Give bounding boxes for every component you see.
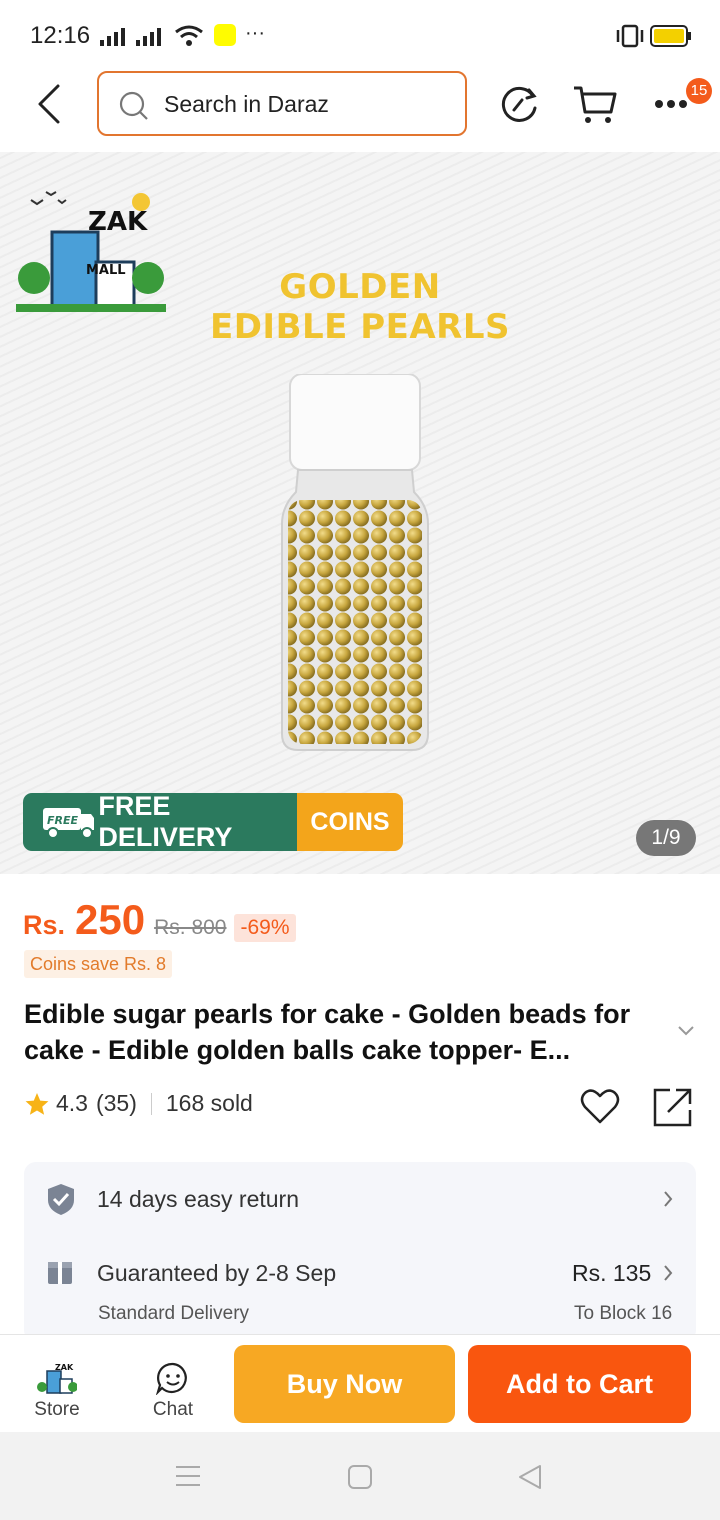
cart-badge: 15 <box>686 78 712 104</box>
headline-line-2: EDIBLE PEARLS <box>209 307 511 347</box>
chat-label: Chat <box>152 1399 194 1420</box>
more-icon[interactable] <box>654 98 688 110</box>
menu-nav-icon[interactable] <box>174 1464 202 1488</box>
history-icon[interactable] <box>495 80 543 128</box>
shield-check-icon <box>48 1184 74 1215</box>
battery-icon <box>650 25 691 47</box>
headline-line-1: GOLDEN <box>279 267 441 307</box>
delivery-location: To Block 16 <box>574 1303 673 1324</box>
svg-text:ZAK: ZAK <box>88 207 148 237</box>
clock: 12:16 <box>30 22 91 49</box>
vibrate-icon <box>616 24 644 48</box>
chevron-down-icon[interactable] <box>676 1024 696 1038</box>
free-delivery-section: FREE FREE DELIVERY <box>23 793 297 851</box>
discount-badge: -69% <box>234 914 296 942</box>
store-logo-icon: ZAK <box>37 1363 77 1394</box>
return-policy-row[interactable]: 14 days easy return <box>24 1162 696 1234</box>
chevron-right-icon <box>664 1191 673 1207</box>
store-button[interactable]: ZAK Store <box>22 1351 92 1421</box>
product-image[interactable]: ZAK MALL GOLDEN EDIBLE PEARLS FREE FREE … <box>0 152 720 874</box>
rating-row[interactable]: 4.3 (35) 168 sold <box>24 1090 253 1117</box>
coins-label: COINS <box>297 793 403 851</box>
price-row: Rs. 250 Rs. 800 -69% <box>23 896 296 944</box>
delivery-price: Rs. 135 <box>572 1260 652 1286</box>
original-price: Rs. 800 <box>154 916 227 939</box>
bottom-action-bar: ZAK Store Chat Buy Now Add to Cart <box>0 1334 720 1433</box>
sold-count: 168 sold <box>165 1090 253 1116</box>
review-count: (35) <box>95 1090 137 1116</box>
signal-icon <box>100 28 161 46</box>
divider <box>150 1092 152 1115</box>
wifi-icon <box>175 25 203 46</box>
coins-save-tag: Coins save Rs. 8 <box>24 950 173 978</box>
rating-value: 4.3 <box>56 1090 88 1116</box>
cart-icon[interactable] <box>571 80 619 128</box>
image-counter: 1/9 <box>636 820 696 856</box>
service-info-card: 14 days easy return Guaranteed by 2-8 Se… <box>24 1162 696 1342</box>
free-delivery-banner: FREE FREE DELIVERY COINS <box>23 793 403 851</box>
product-title: Edible sugar pearls for cake - Golden be… <box>24 999 631 1065</box>
snapchat-icon <box>214 24 236 46</box>
currency-label: Rs. <box>23 910 66 940</box>
chat-button[interactable]: Chat <box>138 1351 208 1421</box>
image-headline: GOLDEN EDIBLE PEARLS <box>150 267 570 347</box>
current-price: 250 <box>75 896 146 943</box>
more-status-icon: ··· <box>245 22 265 44</box>
home-nav-icon[interactable] <box>346 1463 374 1491</box>
return-policy-text: 14 days easy return <box>97 1186 300 1212</box>
status-bar: 12:16 ··· <box>0 0 720 70</box>
svg-text:MALL: MALL <box>86 263 126 278</box>
delivery-type: Standard Delivery <box>98 1303 250 1324</box>
free-tag: FREE <box>47 814 78 827</box>
share-icon[interactable] <box>652 1086 694 1128</box>
buy-now-button[interactable]: Buy Now <box>234 1345 455 1423</box>
back-nav-icon[interactable] <box>516 1463 544 1491</box>
package-icon <box>48 1262 72 1284</box>
heart-icon[interactable] <box>580 1088 620 1126</box>
svg-text:ZAK: ZAK <box>55 1363 74 1372</box>
system-navigation-bar <box>0 1432 720 1520</box>
pearl-bottle-image <box>281 374 429 751</box>
delivery-truck-icon: FREE <box>43 808 95 839</box>
delivery-date: Guaranteed by 2-8 Sep <box>97 1260 337 1286</box>
chevron-right-icon <box>664 1265 673 1281</box>
chat-icon <box>156 1362 187 1395</box>
back-icon[interactable] <box>30 82 70 126</box>
search-icon <box>119 91 148 120</box>
delivery-row[interactable]: Guaranteed by 2-8 Sep Rs. 135 Standard D… <box>24 1242 696 1342</box>
search-placeholder: Search in Daraz <box>164 91 329 117</box>
free-delivery-label: FREE DELIVERY <box>98 793 233 851</box>
store-label: Store <box>34 1399 80 1420</box>
star-icon <box>25 1092 49 1115</box>
add-to-cart-button[interactable]: Add to Cart <box>468 1345 691 1423</box>
search-input[interactable]: Search in Daraz <box>97 71 467 136</box>
store-logo: ZAK MALL <box>16 191 166 312</box>
